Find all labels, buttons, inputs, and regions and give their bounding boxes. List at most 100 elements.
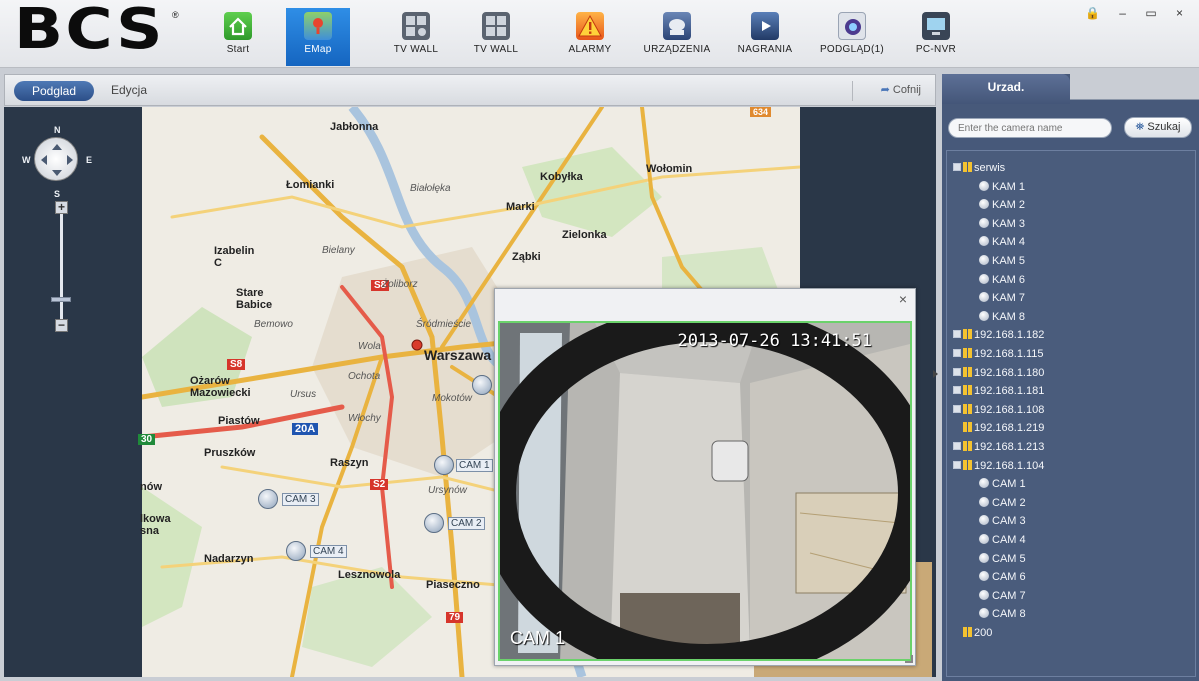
- map-camera-marker[interactable]: [434, 455, 454, 475]
- zoom-out-button[interactable]: −: [55, 319, 68, 332]
- tree-device-item[interactable]: 192.168.1.180: [953, 364, 1044, 382]
- camera-icon: [979, 310, 989, 321]
- map-label: Izabelin C: [214, 245, 255, 269]
- close-icon[interactable]: ×: [899, 291, 907, 307]
- tree-camera-item[interactable]: CAM 8: [979, 605, 1026, 623]
- nav-urzadzenia-button[interactable]: URZĄDZENIA: [640, 8, 714, 66]
- map-label: Warszawa: [424, 347, 492, 363]
- nav-start-button[interactable]: Start: [212, 8, 264, 66]
- tree-device-item[interactable]: 192.168.1.219: [953, 419, 1044, 437]
- camera-icon: [979, 236, 989, 247]
- tree-camera-item[interactable]: CAM 1: [979, 475, 1026, 493]
- search-button-label: Szukaj: [1147, 121, 1181, 133]
- live-video-feed[interactable]: 2013-07-26 13:41:51 CAM 1: [498, 321, 912, 661]
- map-label: Nadarzyn: [204, 553, 254, 565]
- nav-pc-nvr-button[interactable]: PC-NVR: [912, 8, 960, 66]
- road-shield-30: 30: [138, 434, 156, 445]
- window-controls[interactable]: 🔒 – ▭ ×: [1085, 6, 1191, 20]
- expand-icon[interactable]: [953, 367, 961, 376]
- tree-camera-item[interactable]: KAM 7: [979, 289, 1025, 307]
- tree-camera-item[interactable]: CAM 5: [979, 550, 1026, 568]
- compass-north: N: [54, 125, 61, 135]
- search-button[interactable]: ⛯ Szukaj: [1124, 117, 1192, 138]
- device-icon: [963, 366, 972, 377]
- expand-icon[interactable]: [953, 349, 961, 358]
- expand-icon[interactable]: [953, 330, 961, 339]
- device-icon: [963, 385, 972, 396]
- tree-device-item[interactable]: 192.168.1.182: [953, 326, 1044, 344]
- tab-urzad[interactable]: Urzad.: [942, 74, 1070, 104]
- camera-icon: [979, 534, 989, 545]
- map-label: Ożarów Mazowiecki: [190, 375, 251, 399]
- tree-camera-item[interactable]: CAM 2: [979, 494, 1026, 512]
- map-camera-label[interactable]: CAM 1: [456, 459, 493, 472]
- nav-tv-wall-button[interactable]: TV WALL: [468, 8, 524, 66]
- pan-arrows-icon: [41, 144, 73, 176]
- tree-device-item[interactable]: 192.168.1.108: [953, 401, 1044, 419]
- zoom-in-button[interactable]: +: [55, 201, 68, 214]
- tree-camera-item[interactable]: KAM 8: [979, 308, 1025, 326]
- tree-item-label: KAM 1: [992, 180, 1026, 193]
- nav-podglad-button[interactable]: PODGLĄD(1): [816, 8, 888, 66]
- road-shield-634: 634: [750, 107, 772, 117]
- tree-item-label: CAM 8: [992, 608, 1026, 621]
- zoom-slider-track[interactable]: [60, 207, 63, 327]
- tree-camera-item[interactable]: KAM 2: [979, 196, 1025, 214]
- tree-device-item[interactable]: 200: [953, 624, 992, 642]
- map-label: Ursynów: [428, 485, 467, 496]
- nav-emap-button[interactable]: EMap: [286, 8, 350, 66]
- tree-item-label: 192.168.1.181: [974, 385, 1045, 398]
- nav-tv-wall-config-button[interactable]: TV WALL: [388, 8, 444, 66]
- map-camera-marker[interactable]: [472, 375, 492, 395]
- tree-device-item[interactable]: 192.168.1.115: [953, 345, 1044, 363]
- collapse-panel-arrow-icon[interactable]: [933, 370, 938, 378]
- map-label: Marki: [506, 201, 535, 213]
- tree-device-item[interactable]: serwis: [953, 159, 1005, 177]
- tab-edycja[interactable]: Edycja: [111, 83, 147, 97]
- map-camera-label[interactable]: CAM 4: [310, 545, 347, 558]
- emap-toolbar: Podglad Edycja ➦ Cofnij: [4, 74, 936, 106]
- nav-alarmy-button[interactable]: ALARMY: [564, 8, 616, 66]
- tree-camera-item[interactable]: KAM 6: [979, 271, 1025, 289]
- tree-camera-item[interactable]: CAM 7: [979, 587, 1026, 605]
- map-camera-marker[interactable]: [258, 489, 278, 509]
- tree-camera-item[interactable]: CAM 4: [979, 531, 1026, 549]
- tree-camera-item[interactable]: CAM 6: [979, 568, 1026, 586]
- device-icon: [963, 441, 972, 452]
- tree-camera-item[interactable]: KAM 3: [979, 215, 1025, 233]
- tree-item-label: serwis: [974, 162, 1006, 174]
- road-shield-s2: S2: [370, 479, 389, 490]
- tree-camera-item[interactable]: KAM 5: [979, 252, 1025, 270]
- map-camera-marker[interactable]: [286, 541, 306, 561]
- pan-control[interactable]: [34, 137, 78, 181]
- tree-camera-item[interactable]: CAM 3: [979, 512, 1026, 530]
- expand-icon[interactable]: [953, 404, 961, 413]
- tree-device-item[interactable]: 192.168.1.181: [953, 382, 1044, 400]
- tree-device-item[interactable]: 192.168.1.104: [953, 457, 1044, 475]
- map-camera-marker[interactable]: [424, 513, 444, 533]
- nav-nagrania-button[interactable]: NAGRANIA: [732, 8, 798, 66]
- expand-icon[interactable]: [953, 442, 961, 451]
- map-camera-label[interactable]: CAM 3: [282, 493, 319, 506]
- camera-search-input[interactable]: [948, 118, 1112, 138]
- recordings-icon: [751, 12, 779, 40]
- device-tree[interactable]: serwis KAM 1 KAM 2 KAM 3 KAM 4 KAM 5 KAM 6 KAM …: [946, 150, 1196, 677]
- map-camera-label[interactable]: CAM 2: [448, 517, 485, 530]
- devices-icon: [663, 12, 691, 40]
- map-label: Wola: [358, 341, 381, 352]
- device-icon: [963, 627, 972, 638]
- map-label: Jabłonna: [330, 121, 379, 133]
- back-button[interactable]: ➦ Cofnij: [881, 83, 921, 96]
- expand-icon[interactable]: [953, 386, 961, 395]
- tab-strip: [1070, 74, 1199, 100]
- tree-item-label: 192.168.1.115: [974, 348, 1044, 360]
- tab-podglad[interactable]: Podglad: [14, 81, 94, 101]
- resize-handle-icon[interactable]: [905, 655, 913, 663]
- zoom-slider-thumb[interactable]: [51, 297, 71, 302]
- tree-camera-item[interactable]: KAM 4: [979, 233, 1025, 251]
- collapse-icon[interactable]: [953, 163, 961, 172]
- tree-device-item[interactable]: 192.168.1.213: [953, 438, 1044, 456]
- collapse-icon[interactable]: [953, 460, 961, 469]
- tree-camera-item[interactable]: KAM 1: [979, 178, 1025, 196]
- camera-preview-popup[interactable]: × 2013-07-26 13:41:51 CAM 1: [494, 288, 916, 666]
